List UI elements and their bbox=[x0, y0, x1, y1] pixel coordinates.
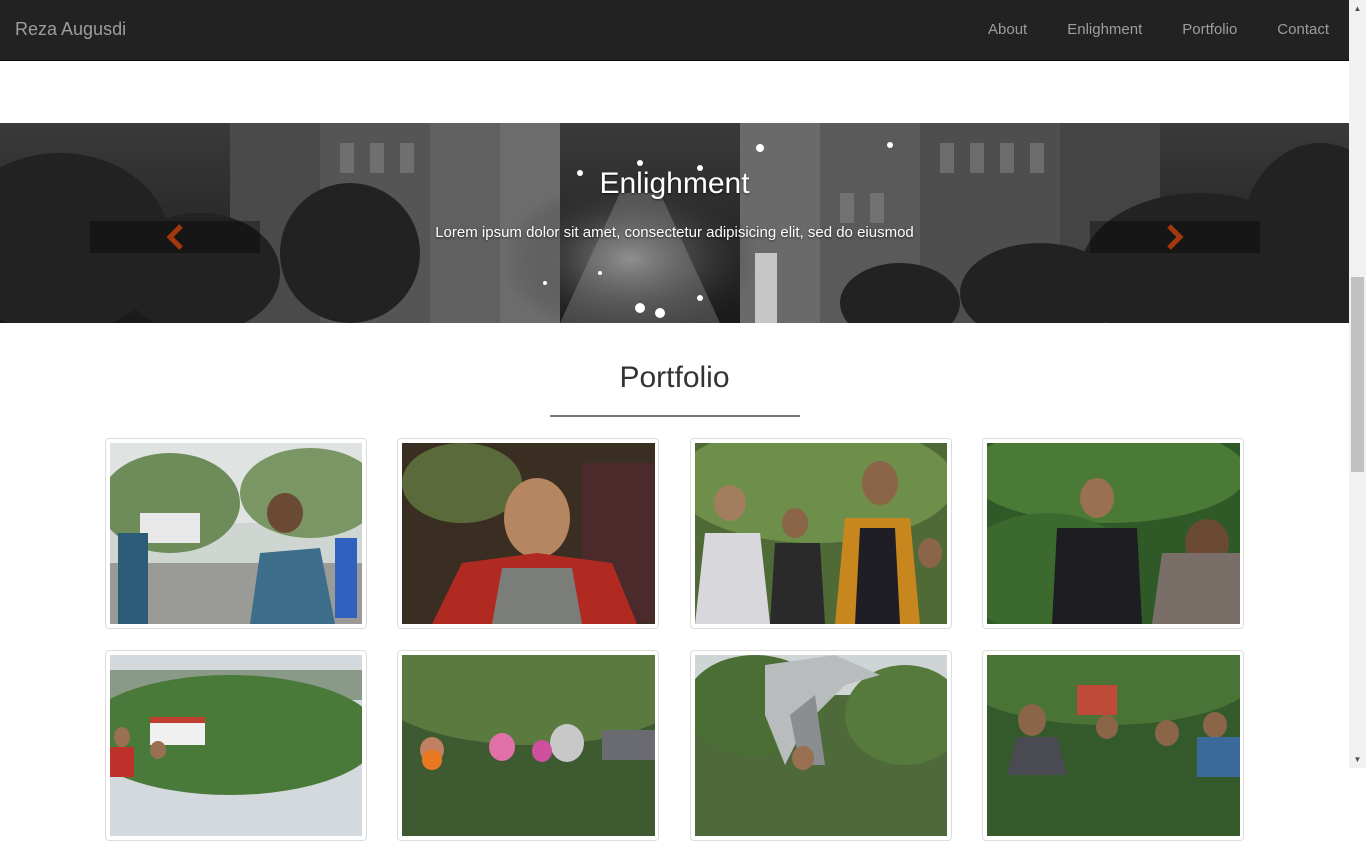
portfolio-title: Portfolio bbox=[619, 361, 730, 394]
title-divider bbox=[550, 415, 800, 417]
portfolio-thumbnail[interactable] bbox=[690, 438, 952, 629]
portfolio-photo bbox=[987, 443, 1240, 624]
portfolio-photo bbox=[402, 655, 655, 836]
portfolio-photo bbox=[110, 655, 362, 836]
scrollbar[interactable]: ▲ ▼ bbox=[1349, 0, 1366, 768]
scroll-up-arrow-icon[interactable]: ▲ bbox=[1349, 0, 1366, 17]
scrollbar-thumb[interactable] bbox=[1351, 277, 1364, 472]
navbar: Reza Augusdi About Enlighment Portfolio … bbox=[0, 0, 1349, 61]
nav-link-portfolio[interactable]: Portfolio bbox=[1162, 0, 1257, 60]
portfolio-thumbnail[interactable] bbox=[105, 438, 367, 629]
carousel-next-button[interactable] bbox=[1090, 221, 1260, 253]
nav-link-about[interactable]: About bbox=[968, 0, 1047, 60]
brand-link[interactable]: Reza Augusdi bbox=[15, 19, 126, 40]
portfolio-photo bbox=[695, 443, 947, 624]
scroll-down-arrow-icon[interactable]: ▼ bbox=[1349, 751, 1366, 768]
chevron-right-icon bbox=[1167, 224, 1184, 250]
carousel-prev-button[interactable] bbox=[90, 221, 260, 253]
portfolio-photo bbox=[695, 655, 947, 836]
carousel-heading: Enlighment bbox=[599, 167, 750, 200]
nav-link-enlighment[interactable]: Enlighment bbox=[1047, 0, 1162, 60]
portfolio-thumbnail[interactable] bbox=[105, 650, 367, 841]
nav-menu: About Enlighment Portfolio Contact bbox=[968, 0, 1349, 60]
portfolio-thumbnail[interactable] bbox=[397, 438, 659, 629]
nav-link-contact[interactable]: Contact bbox=[1257, 0, 1349, 60]
portfolio-thumbnail[interactable] bbox=[397, 650, 659, 841]
portfolio-thumbnail[interactable] bbox=[690, 650, 952, 841]
portfolio-thumbnail[interactable] bbox=[982, 650, 1244, 841]
portfolio-thumbnail[interactable] bbox=[982, 438, 1244, 629]
portfolio-photo bbox=[402, 443, 655, 624]
carousel: Enlighment Lorem ipsum dolor sit amet, c… bbox=[0, 123, 1349, 323]
portfolio-photo bbox=[110, 443, 362, 624]
chevron-left-icon bbox=[166, 224, 183, 250]
portfolio-photo bbox=[987, 655, 1240, 836]
